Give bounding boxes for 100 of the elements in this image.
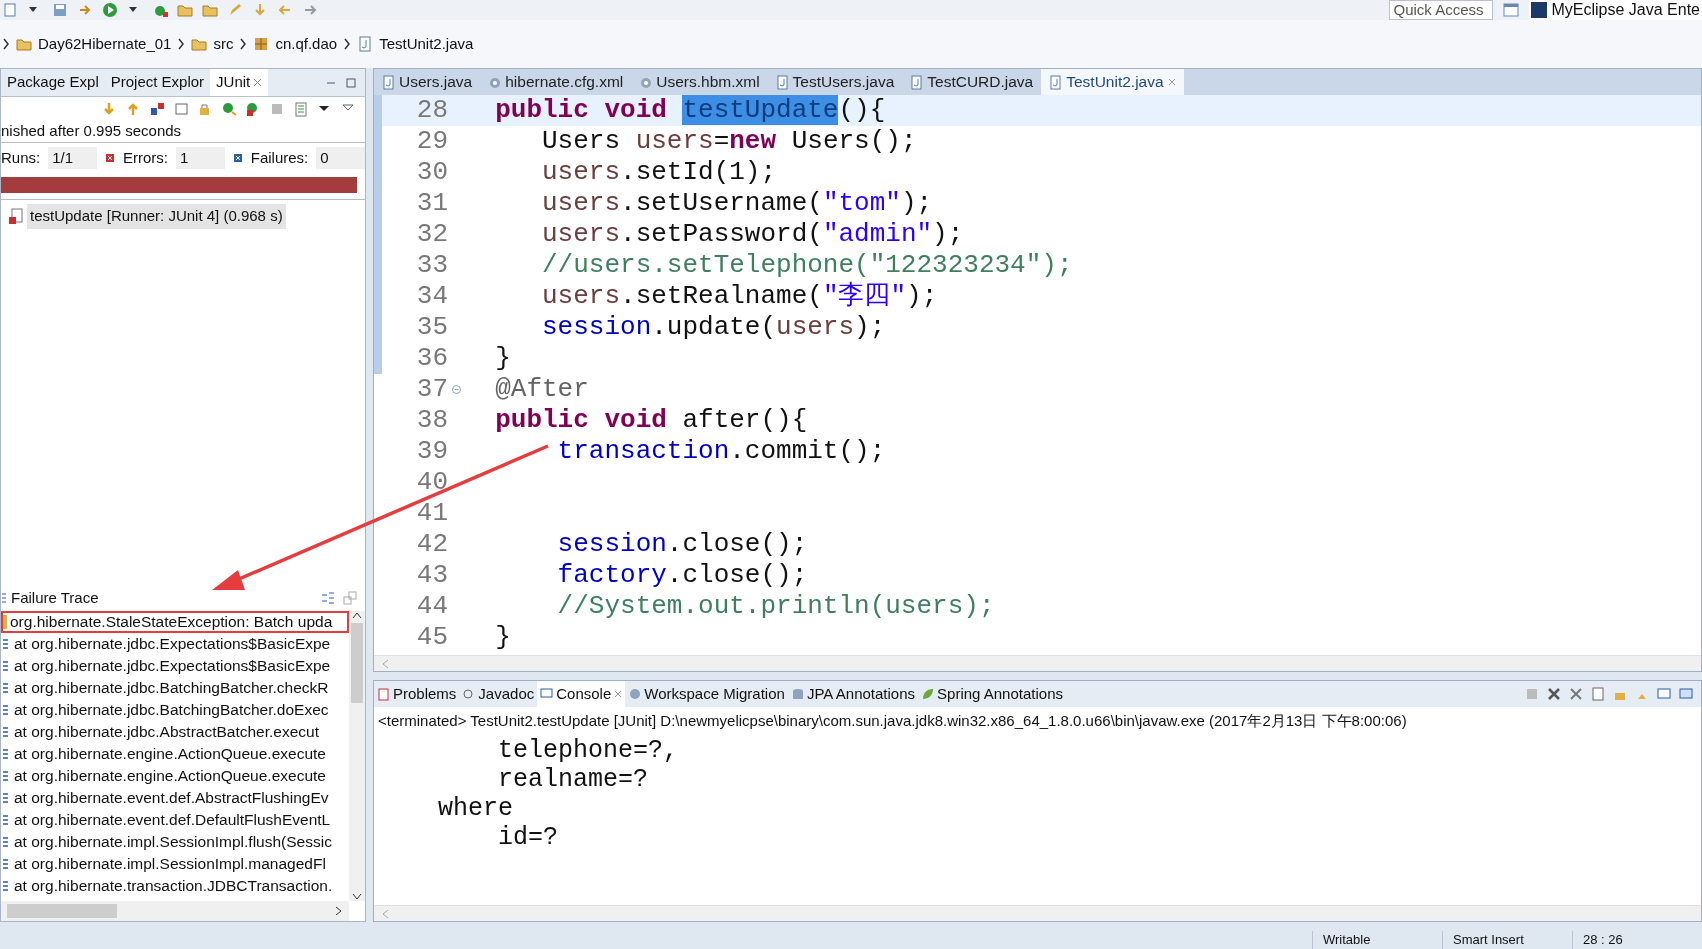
monitor-icon[interactable] [1679,687,1693,701]
filter-icon[interactable] [321,591,335,605]
close-icon[interactable] [614,690,623,698]
close-icon[interactable] [1547,687,1561,701]
rerun-icon[interactable] [221,101,237,117]
counter-value: 0 [316,146,365,170]
fold-icon[interactable] [451,385,461,394]
line-number: 36 [415,342,448,375]
console-line: telephone=?, [497,735,680,765]
horizontal-scrollbar[interactable] [374,655,1701,671]
folder-icon[interactable] [202,2,218,18]
editor-tab[interactable]: TestUnit2.java [1041,69,1184,95]
trace-line[interactable]: at org.hibernate.jdbc.AbstractBatcher.execut [1,721,349,743]
close-icon[interactable] [1167,78,1176,86]
stack-frame-icon [3,681,8,695]
horizontal-scrollbar[interactable] [1,901,349,921]
compare-icon[interactable] [343,591,357,605]
panel-tab[interactable]: Package Expl [1,69,105,96]
close-all-icon[interactable] [1569,687,1583,701]
arrow-icon[interactable] [101,101,117,117]
line-number: 35 [415,311,448,344]
trace-line[interactable]: at org.hibernate.jdbc.Expectations$BasicExpe [1,655,349,677]
stack-frame-icon [3,791,8,805]
editor-tab[interactable]: hibernate.cfg.xml [480,69,632,95]
maximize-icon[interactable] [345,76,357,89]
code-text: users.setPassword("admin"); [541,218,964,251]
trace-line[interactable]: at org.hibernate.jdbc.BatchingBatcher.checkR [1,677,349,699]
panel-tab[interactable]: JPA Annotations [787,681,919,707]
editor-tab[interactable]: TestCURD.java [902,69,1042,95]
java-file-icon [775,74,789,90]
code-text: users.setId(1); [541,156,777,189]
editor-tab[interactable]: Users.hbm.xml [631,69,768,95]
save-icon[interactable] [52,2,68,18]
stop-icon[interactable] [269,101,285,117]
vertical-scrollbar[interactable] [349,611,365,901]
horizontal-scrollbar[interactable] [374,905,1701,921]
panel-tab[interactable]: Spring Annotations [918,681,1066,707]
console-line: id=? [497,822,560,852]
stack-frame-icon [3,637,8,651]
trace-title: Failure Trace [11,587,99,608]
test-item[interactable]: testUpdate [Runner: JUnit 4] (0.968 s) [27,204,286,229]
trace-line[interactable]: at org.hibernate.jdbc.BatchingBatcher.doExec [1,699,349,721]
window-icon[interactable] [1502,1,1521,19]
panel-tab[interactable]: Javadoc [459,681,538,707]
editor-tab[interactable]: TestUsers.java [767,69,903,95]
stack-frame-icon [3,857,8,871]
trace-line[interactable]: at org.hibernate.impl.SessionImpl.flush(Sessic [1,831,349,853]
editor-tab[interactable]: Users.java [374,69,481,95]
quick-access-field[interactable]: Quick Access [1389,0,1494,20]
trace-line[interactable]: at org.hibernate.impl.SessionImpl.managedFl [1,853,349,875]
breadcrumb-item[interactable]: Day62Hibernate_01 [38,32,172,56]
play-icon[interactable] [102,2,118,18]
panel-tab[interactable]: Project Explor [104,69,211,96]
error-filter-icon[interactable] [149,101,165,117]
panel-tab[interactable]: JUnit [210,69,269,96]
trace-line[interactable]: at org.hibernate.engine.ActionQueue.execute [1,765,349,787]
stack-frame-icon [3,835,8,849]
scroll-thumb[interactable] [351,623,363,703]
line-number: 44 [415,590,448,623]
breadcrumb-item[interactable]: cn.qf.dao [275,32,338,56]
line-number: 39 [415,435,448,468]
trace-line[interactable]: at org.hibernate.jdbc.Expectations$BasicExpe [1,633,349,655]
line-number: 42 [415,528,448,561]
panel-tab[interactable]: Console [537,681,626,707]
stack-frame-icon [3,813,8,827]
panel-tab[interactable]: Workspace Migration [625,681,788,707]
monitor-icon[interactable] [1657,687,1671,701]
arrow-icon[interactable] [252,2,268,18]
code-text: session.update(users); [541,311,886,344]
pencil-icon[interactable] [227,2,243,18]
code-text: } [494,342,511,375]
document-icon[interactable] [2,2,18,18]
folder-icon [191,36,208,52]
close-icon[interactable] [253,78,263,87]
test-error-icon [9,208,23,225]
breadcrumb-item[interactable]: src [213,32,234,56]
code-text: users.setRealname("李四"); [541,280,938,313]
chevron-icon [2,38,10,50]
line-number: 38 [415,404,448,437]
scroll-thumb[interactable] [7,904,117,918]
list-icon[interactable] [293,101,309,117]
stop-icon[interactable] [1525,687,1539,701]
java-file-icon [1049,74,1063,90]
failure-icon [232,153,243,163]
chevron-icon[interactable] [352,611,362,619]
document-icon[interactable] [1591,687,1605,701]
trace-line[interactable]: at org.hibernate.event.def.AbstractFlushingEv [1,787,349,809]
folder-icon[interactable] [177,2,193,18]
trace-line[interactable]: at org.hibernate.event.def.DefaultFlushEventL [1,809,349,831]
line-number: 33 [415,249,448,282]
code-text: public void testUpdate(){ [494,95,886,127]
panel-tab[interactable]: Problems [374,681,460,707]
window-icon[interactable] [173,101,189,117]
database-icon [790,687,804,701]
stack-frame-icon [3,725,8,739]
trace-line[interactable]: at org.hibernate.transaction.JDBCTransaction. [1,875,349,897]
counter-value: 1 [175,146,225,170]
trace-line[interactable]: at org.hibernate.engine.ActionQueue.execute [1,743,349,765]
breadcrumb-item[interactable]: TestUnit2.java [379,32,474,56]
stack-frame-icon [3,659,8,673]
